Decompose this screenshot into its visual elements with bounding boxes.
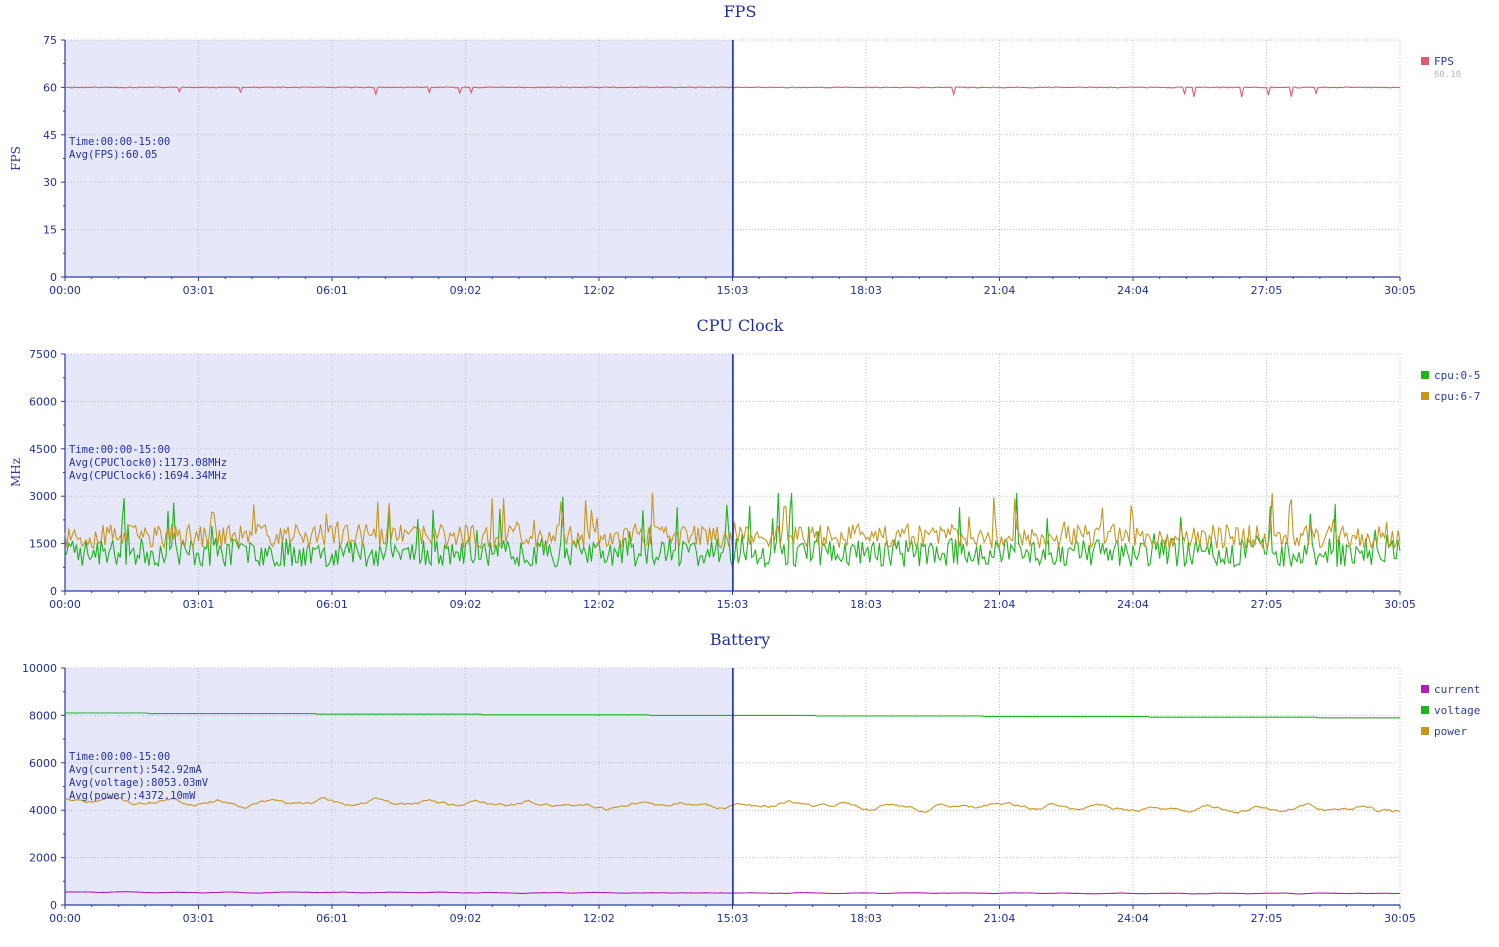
legend-label[interactable]: cpu:0-5: [1434, 369, 1480, 382]
x-tick-label: 06:01: [316, 284, 348, 297]
y-tick-label: 4000: [29, 804, 57, 817]
x-tick-label: 18:03: [850, 912, 882, 925]
y-tick-label: 6000: [29, 395, 57, 408]
legend-swatch[interactable]: [1421, 685, 1429, 693]
x-tick-label: 00:00: [49, 912, 81, 925]
x-tick-label: 21:04: [984, 912, 1016, 925]
x-tick-label: 30:05: [1384, 284, 1416, 297]
x-tick-label: 21:04: [984, 284, 1016, 297]
x-tick-label: 06:01: [316, 598, 348, 611]
x-tick-label: 15:03: [717, 284, 749, 297]
y-tick-label: 2000: [29, 852, 57, 865]
x-tick-label: 03:01: [183, 912, 215, 925]
x-tick-label: 24:04: [1117, 912, 1149, 925]
x-tick-label: 21:04: [984, 598, 1016, 611]
legend-label[interactable]: cpu:6-7: [1434, 390, 1480, 403]
x-tick-label: 18:03: [850, 284, 882, 297]
x-tick-label: 09:02: [450, 598, 482, 611]
cpu-clock-chart-panel: CPU Clock 0 1500 3000 4500 6000 7500 00:00 03:0…: [0, 314, 1499, 628]
stat-annotation-line: Avg(CPUClock0):1173.08MHz: [69, 457, 227, 469]
y-tick-label: 45: [43, 129, 57, 142]
x-tick-label: 15:03: [717, 598, 749, 611]
x-tick-label: 30:05: [1384, 912, 1416, 925]
x-tick-label: 00:00: [49, 598, 81, 611]
stat-annotation-line: Time:00:00-15:00: [69, 751, 170, 763]
stat-annotation-line: Avg(power):4372.10mW: [69, 790, 196, 802]
x-tick-label: 24:04: [1117, 598, 1149, 611]
x-tick-label: 12:02: [583, 912, 615, 925]
x-tick-label: 15:03: [717, 912, 749, 925]
x-tick-label: 24:04: [1117, 284, 1149, 297]
x-tick-label: 06:01: [316, 912, 348, 925]
y-axis-label: MHz: [9, 458, 23, 487]
x-tick-label: 12:02: [583, 284, 615, 297]
y-tick-label: 60: [43, 81, 57, 94]
legend-swatch[interactable]: [1421, 706, 1429, 714]
stat-annotation-line: Avg(FPS):60.05: [69, 149, 158, 161]
legend-swatch[interactable]: [1421, 392, 1429, 400]
x-tick-label: 09:02: [450, 912, 482, 925]
x-tick-label: 00:00: [49, 284, 81, 297]
y-tick-label: 15: [43, 224, 57, 237]
y-tick-label: 30: [43, 176, 57, 189]
x-tick-label: 03:01: [183, 598, 215, 611]
x-tick-label: 12:02: [583, 598, 615, 611]
stat-annotation-line: Avg(voltage):8053.03mV: [69, 777, 209, 789]
y-tick-label: 10000: [22, 662, 57, 675]
y-tick-label: 0: [50, 271, 57, 284]
legend-sublabel: 60.10: [1434, 70, 1461, 80]
y-tick-label: 0: [50, 899, 57, 912]
legend-label[interactable]: power: [1434, 725, 1467, 738]
stat-annotation-line: Avg(CPUClock6):1694.34MHz: [69, 470, 227, 482]
y-tick-label: 7500: [29, 348, 57, 361]
x-tick-label: 27:05: [1251, 912, 1283, 925]
y-tick-label: 6000: [29, 757, 57, 770]
y-tick-label: 75: [43, 34, 57, 47]
stat-annotation-line: Time:00:00-15:00: [69, 136, 170, 148]
stat-annotation-line: Time:00:00-15:00: [69, 444, 170, 456]
x-tick-label: 30:05: [1384, 598, 1416, 611]
y-tick-label: 1500: [29, 538, 57, 551]
y-tick-label: 8000: [29, 709, 57, 722]
legend-label[interactable]: current: [1434, 683, 1480, 696]
legend-swatch[interactable]: [1421, 727, 1429, 735]
y-axis-label: FPS: [9, 146, 23, 171]
x-tick-label: 27:05: [1251, 598, 1283, 611]
x-tick-label: 27:05: [1251, 284, 1283, 297]
battery-chart-svg[interactable]: 0 2000 4000 6000 8000 10000 00:00 03:01 06:01 09:…: [0, 628, 1499, 942]
y-tick-label: 0: [50, 585, 57, 598]
legend-swatch[interactable]: [1421, 371, 1429, 379]
selection-region[interactable]: [65, 40, 733, 277]
legend-swatch[interactable]: [1421, 57, 1429, 65]
fps-chart-panel: FPS 0 15 30 45 60 75 00:00 03:01 06:01 09:02 12:02…: [0, 0, 1499, 314]
legend-label[interactable]: FPS: [1434, 55, 1454, 68]
x-tick-label: 18:03: [850, 598, 882, 611]
y-tick-label: 4500: [29, 443, 57, 456]
legend-label[interactable]: voltage: [1434, 704, 1480, 717]
y-tick-label: 3000: [29, 490, 57, 503]
cpu-clock-chart-svg[interactable]: 0 1500 3000 4500 6000 7500 00:00 03:01 06:01 09:0…: [0, 314, 1499, 628]
fps-chart-svg[interactable]: 0 15 30 45 60 75 00:00 03:01 06:01 09:02 12:02 15:0…: [0, 0, 1499, 314]
x-tick-label: 09:02: [450, 284, 482, 297]
battery-chart-panel: Battery 0 2000 4000 6000 8000 10000 00:00 03:01…: [0, 628, 1499, 942]
x-tick-label: 03:01: [183, 284, 215, 297]
stat-annotation-line: Avg(current):542.92mA: [69, 764, 202, 776]
